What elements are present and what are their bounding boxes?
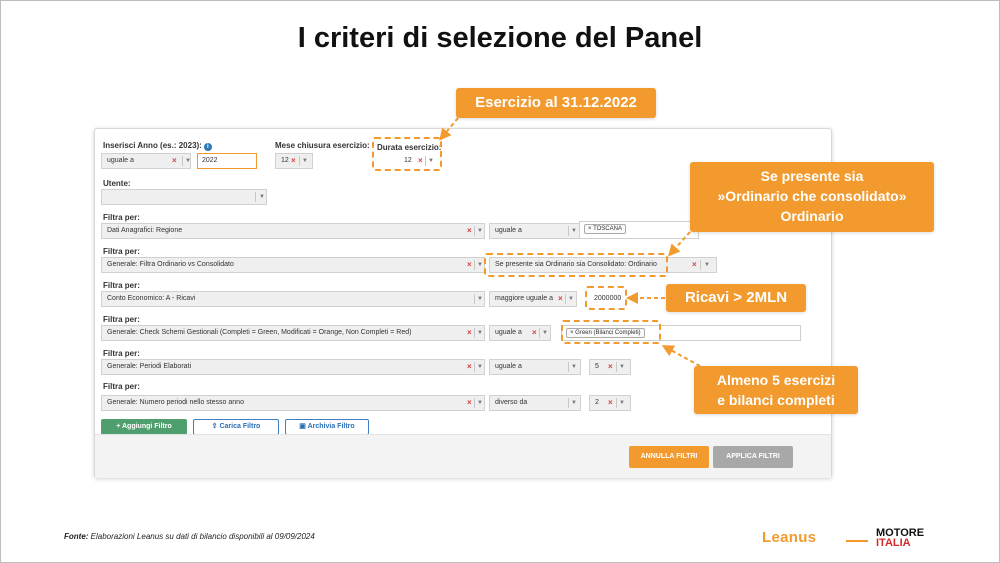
durata-highlight: [372, 137, 442, 171]
filter-5-value[interactable]: 5 × ▼: [589, 359, 631, 375]
filter-4-operator[interactable]: uguale a × ▼: [489, 325, 551, 341]
filter-1-label: Filtra per:: [103, 213, 140, 222]
almeno-callout: Almeno 5 esercizi e bilanci completi: [694, 366, 858, 414]
dropdown-icon[interactable]: ▼: [571, 224, 577, 238]
leanus-logo: Leanus: [762, 529, 817, 546]
mese-select[interactable]: 12 × ▼: [275, 153, 313, 169]
utente-select[interactable]: ▼: [101, 189, 267, 205]
add-filter-button[interactable]: + Aggiungi Filtro: [101, 419, 187, 435]
filter-5-operator[interactable]: uguale a ▼: [489, 359, 581, 375]
filter-1-operator[interactable]: uguale a ▼: [489, 223, 581, 239]
clear-icon[interactable]: ×: [291, 154, 296, 168]
dropdown-icon[interactable]: ▼: [302, 154, 308, 168]
dropdown-icon[interactable]: ▼: [568, 292, 574, 306]
slide-title: I criteri di selezione del Panel: [297, 22, 703, 54]
filter-4-label: Filtra per:: [103, 315, 140, 324]
dropdown-icon[interactable]: ▼: [477, 292, 483, 306]
filter-3-label: Filtra per:: [103, 281, 140, 290]
dropdown-icon[interactable]: ▼: [185, 154, 190, 168]
filter-3-field[interactable]: Conto Economico: A - Ricavi ▼: [101, 291, 485, 307]
clear-icon[interactable]: ×: [532, 326, 537, 340]
mese-label: Mese chiusura esercizio:: [275, 141, 370, 150]
value-tag[interactable]: × TOSCANA: [584, 224, 626, 234]
dropdown-icon[interactable]: ▼: [477, 396, 483, 410]
dropdown-icon[interactable]: ▼: [477, 360, 483, 374]
clear-icon[interactable]: ×: [172, 154, 177, 168]
filter-4-field[interactable]: Generale: Check Schemi Gestionali (Compl…: [101, 325, 485, 341]
dropdown-icon[interactable]: ▼: [619, 396, 625, 410]
dropdown-icon[interactable]: ▼: [259, 190, 265, 204]
filter-2-field[interactable]: Generale: Filtra Ordinario vs Consolidat…: [101, 257, 485, 273]
filter-2-label: Filtra per:: [103, 247, 140, 256]
filter-6-value[interactable]: 2 × ▼: [589, 395, 631, 411]
dropdown-icon[interactable]: ▼: [571, 360, 577, 374]
ordinario-highlight: [484, 253, 668, 277]
logo-divider: [846, 540, 868, 542]
utente-label: Utente:: [103, 179, 131, 188]
esercizio-callout: Esercizio al 31.12.2022: [456, 88, 656, 118]
filter-6-operator[interactable]: diverso da ▼: [489, 395, 581, 411]
clear-icon[interactable]: ×: [608, 360, 613, 374]
dropdown-icon[interactable]: ▼: [571, 396, 577, 410]
dropdown-icon[interactable]: ▼: [477, 326, 483, 340]
info-icon[interactable]: i: [203, 143, 212, 151]
clear-icon[interactable]: ×: [692, 258, 697, 272]
cancel-filters-button[interactable]: ANNULLA FILTRI: [629, 446, 709, 468]
clear-icon[interactable]: ×: [467, 224, 472, 238]
filter-5-field[interactable]: Generale: Periodi Elaborati × ▼: [101, 359, 485, 375]
source-note: Fonte: Elaborazioni Leanus su dati di bi…: [64, 532, 315, 541]
anno-operator-select[interactable]: uguale a × ▼: [101, 153, 191, 169]
anno-label: Inserisci Anno (es.: 2023): i: [103, 141, 212, 151]
apply-filters-button[interactable]: APPLICA FILTRI: [713, 446, 793, 468]
filter-1-value[interactable]: × TOSCANA: [579, 221, 699, 239]
filter-1-field[interactable]: Dati Anagrafici: Regione × ▼: [101, 223, 485, 239]
clear-icon[interactable]: ×: [467, 326, 472, 340]
dropdown-icon[interactable]: ▼: [542, 326, 548, 340]
clear-icon[interactable]: ×: [467, 258, 472, 272]
filter-3-operator[interactable]: maggiore uguale a × ▼: [489, 291, 577, 307]
ricavi-callout: Ricavi > 2MLN: [666, 284, 806, 312]
archive-filter-button[interactable]: ▣ Archivia Filtro: [285, 419, 369, 435]
clear-icon[interactable]: ×: [608, 396, 613, 410]
ricavi-highlight: [585, 286, 627, 310]
filter-6-field[interactable]: Generale: Numero periodi nello stesso an…: [101, 395, 485, 411]
dropdown-icon[interactable]: ▼: [477, 258, 483, 272]
dropdown-icon[interactable]: ▼: [704, 258, 710, 272]
filter-6-label: Filtra per:: [103, 382, 140, 391]
motore-italia-logo: MOTORE ITALIA: [876, 527, 925, 549]
clear-icon[interactable]: ×: [467, 360, 472, 374]
dropdown-icon[interactable]: ▼: [619, 360, 625, 374]
clear-icon[interactable]: ×: [558, 292, 563, 306]
anno-input[interactable]: 2022: [197, 153, 257, 169]
ordinario-callout: Se presente sia »Ordinario che consolida…: [690, 162, 934, 232]
save-icon: ▣: [299, 423, 308, 430]
load-filter-button[interactable]: ⇪ Carica Filtro: [193, 419, 279, 435]
filter-5-label: Filtra per:: [103, 349, 140, 358]
clear-icon[interactable]: ×: [467, 396, 472, 410]
completi-highlight: [561, 320, 661, 344]
panel-footer: ANNULLA FILTRI APPLICA FILTRI: [95, 434, 831, 478]
dropdown-icon[interactable]: ▼: [477, 224, 483, 238]
